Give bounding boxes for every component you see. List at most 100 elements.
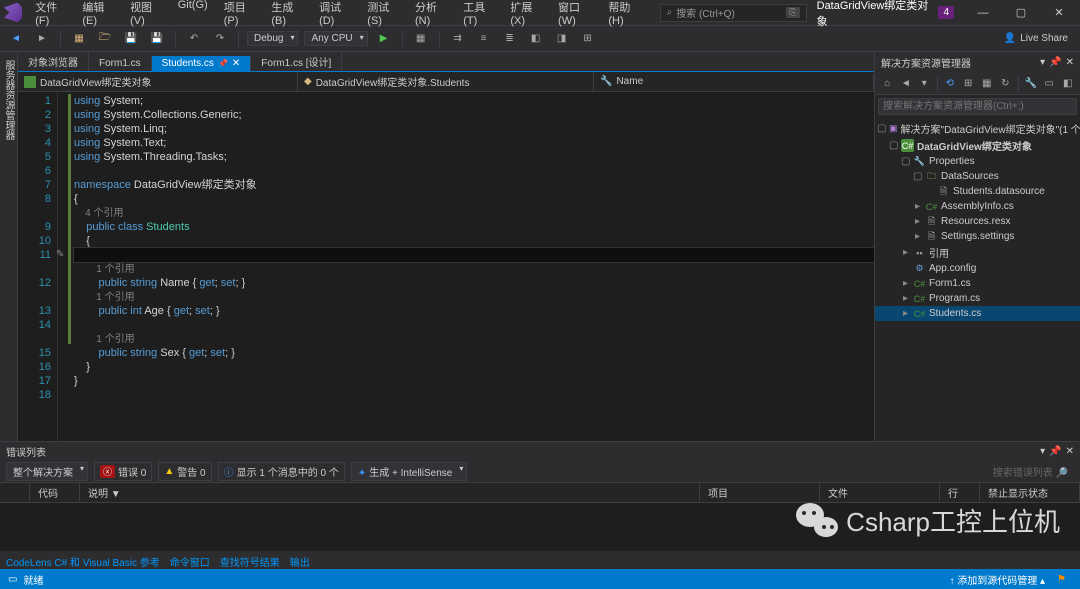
minimize-button[interactable]: — bbox=[966, 2, 1000, 24]
menu-item[interactable]: 生成(B) bbox=[264, 0, 310, 30]
output-tab[interactable]: 输出 bbox=[290, 558, 310, 569]
nav-member[interactable]: 🔧Name bbox=[594, 74, 874, 89]
tb-b-icon[interactable]: ▦ bbox=[978, 75, 995, 93]
dropdown-icon[interactable]: ▾ bbox=[1040, 446, 1045, 457]
menu-item[interactable]: 项目(P) bbox=[217, 0, 263, 30]
menu-item[interactable]: 帮助(H) bbox=[601, 0, 647, 30]
code-line[interactable]: 1 个引用 bbox=[74, 332, 874, 346]
back-icon[interactable]: ◄ bbox=[898, 75, 915, 93]
doc-tab[interactable]: 对象浏览器 bbox=[18, 52, 89, 71]
close-icon[interactable]: ✕ bbox=[1066, 446, 1074, 457]
code-line[interactable]: public int Age { get; set; } bbox=[74, 304, 874, 318]
tree-row[interactable]: ⚙App.config bbox=[875, 261, 1080, 276]
nav-back-button[interactable]: ◄ bbox=[6, 29, 26, 49]
liveshare-button[interactable]: 👤 Live Share bbox=[998, 31, 1074, 46]
warnings-filter[interactable]: ▲警告 0 bbox=[158, 462, 211, 481]
column-header[interactable]: 文件 bbox=[820, 483, 940, 502]
code-line[interactable]: public class Students bbox=[74, 220, 874, 234]
code-line[interactable]: public string Sex { get; set; } bbox=[74, 346, 874, 360]
nav-fwd-button[interactable]: ► bbox=[32, 29, 52, 49]
code-line[interactable]: { bbox=[74, 234, 874, 248]
column-header[interactable]: 项目 bbox=[700, 483, 820, 502]
doc-tab[interactable]: Form1.cs [设计] bbox=[251, 52, 342, 71]
menu-item[interactable]: 调试(D) bbox=[312, 0, 358, 30]
dropdown-icon[interactable]: ▾ bbox=[1040, 57, 1045, 68]
doc-tab[interactable]: Students.cs 📌 ✕ bbox=[152, 56, 252, 71]
collapse-icon[interactable]: ▾ bbox=[916, 75, 933, 93]
messages-filter[interactable]: ⓘ显示 1 个消息中的 0 个 bbox=[218, 462, 345, 481]
nav-class[interactable]: ◆DataGridView绑定类对象.Students bbox=[298, 72, 594, 91]
code-line[interactable]: 1 个引用 bbox=[74, 262, 874, 276]
home-icon[interactable]: ⌂ bbox=[879, 75, 896, 93]
tree-row[interactable]: ▸🗎Resources.resx bbox=[875, 214, 1080, 229]
close-icon[interactable]: ✕ bbox=[1066, 57, 1074, 68]
solution-search-input[interactable] bbox=[878, 98, 1077, 115]
tb-icon-7[interactable]: ⊞ bbox=[578, 29, 598, 49]
nav-project[interactable]: DataGridView绑定类对象 bbox=[18, 72, 298, 91]
sync-icon[interactable]: ⟲ bbox=[941, 75, 958, 93]
menu-item[interactable]: 视图(V) bbox=[123, 0, 169, 30]
tree-root[interactable]: ▢▣解决方案"DataGridView绑定类对象"(1 个项目/共 1 个 bbox=[875, 120, 1080, 137]
menu-item[interactable]: 测试(S) bbox=[360, 0, 406, 30]
code-line[interactable]: namespace DataGridView绑定类对象 bbox=[74, 178, 874, 192]
notif-icon[interactable]: ⚑ bbox=[1051, 574, 1072, 585]
pin-icon[interactable]: 📌 bbox=[1049, 446, 1061, 457]
code-line[interactable]: 4 个引用 bbox=[74, 206, 874, 220]
tb-icon-6[interactable]: ◨ bbox=[552, 29, 572, 49]
output-tab[interactable]: 命令窗口 bbox=[170, 558, 210, 569]
save-all-button[interactable]: 💾 bbox=[147, 29, 167, 49]
build-dropdown[interactable]: ✦生成 + IntelliSense bbox=[351, 462, 468, 481]
column-header[interactable]: 行 bbox=[940, 483, 980, 502]
close-button[interactable]: ✕ bbox=[1042, 2, 1076, 24]
code-line[interactable]: } bbox=[74, 374, 874, 388]
code-line[interactable]: using System.Text; bbox=[74, 136, 874, 150]
tree-row[interactable]: ▸C#AssemblyInfo.cs bbox=[875, 199, 1080, 214]
maximize-button[interactable]: ▢ bbox=[1004, 2, 1038, 24]
start-debug-button[interactable]: ▶ bbox=[374, 29, 394, 49]
tb-icon-2[interactable]: ⇉ bbox=[448, 29, 468, 49]
tree-row[interactable]: 🗎Students.datasource bbox=[875, 184, 1080, 199]
tb-icon-4[interactable]: ≣ bbox=[500, 29, 520, 49]
add-scm[interactable]: ↑ 添加到源代码管理 ▴ bbox=[943, 572, 1051, 587]
tree-row[interactable]: ▸C#Students.cs bbox=[875, 306, 1080, 321]
output-tab[interactable]: CodeLens C# 和 Visual Basic 参考 bbox=[6, 558, 160, 569]
redo-button[interactable]: ↷ bbox=[210, 29, 230, 49]
tree-row[interactable]: ▸C#Form1.cs bbox=[875, 276, 1080, 291]
column-header[interactable]: 说明 ▼ bbox=[80, 483, 700, 502]
code-line[interactable]: using System.Threading.Tasks; bbox=[74, 150, 874, 164]
code-line[interactable] bbox=[74, 388, 874, 402]
scope-dropdown[interactable]: 整个解决方案 bbox=[6, 462, 88, 481]
code-line[interactable] bbox=[74, 318, 874, 332]
code-line[interactable]: ✎ bbox=[74, 248, 874, 262]
tree-row[interactable]: ▢C#DataGridView绑定类对象 bbox=[875, 137, 1080, 154]
column-header[interactable] bbox=[0, 483, 30, 502]
tb-icon-5[interactable]: ◧ bbox=[526, 29, 546, 49]
notification-badge[interactable]: 4 bbox=[938, 6, 954, 19]
tree-row[interactable]: ▸🗎Settings.settings bbox=[875, 229, 1080, 244]
menu-item[interactable]: 分析(N) bbox=[408, 0, 454, 30]
platform-dropdown[interactable]: Any CPU bbox=[304, 31, 367, 46]
undo-button[interactable]: ↶ bbox=[184, 29, 204, 49]
showall-icon[interactable]: ▭ bbox=[1041, 75, 1058, 93]
refresh-icon[interactable]: ↻ bbox=[997, 75, 1014, 93]
code-line[interactable]: using System.Linq; bbox=[74, 122, 874, 136]
column-header[interactable]: 禁止显示状态 bbox=[980, 483, 1080, 502]
tb-a-icon[interactable]: ⊞ bbox=[960, 75, 977, 93]
menu-item[interactable]: 文件(F) bbox=[28, 0, 73, 30]
open-button[interactable]: 🗁 bbox=[95, 29, 115, 49]
tree-row[interactable]: ▢🔧Properties bbox=[875, 154, 1080, 169]
code-line[interactable]: public string Name { get; set; } bbox=[74, 276, 874, 290]
output-tab[interactable]: 查找符号结果 bbox=[220, 558, 280, 569]
save-button[interactable]: 💾 bbox=[121, 29, 141, 49]
menu-item[interactable]: 窗口(W) bbox=[551, 0, 599, 30]
menu-item[interactable]: Git(G) bbox=[171, 0, 215, 30]
tree-row[interactable]: ▸▪▪引用 bbox=[875, 244, 1080, 261]
code-line[interactable] bbox=[74, 164, 874, 178]
pin-icon[interactable]: 📌 bbox=[1049, 57, 1061, 68]
errors-filter[interactable]: ⓧ错误 0 bbox=[94, 462, 152, 481]
menu-item[interactable]: 工具(T) bbox=[456, 0, 501, 30]
config-dropdown[interactable]: Debug bbox=[247, 31, 298, 46]
doc-tab[interactable]: Form1.cs bbox=[89, 56, 152, 71]
tb-icon-1[interactable]: ▦ bbox=[411, 29, 431, 49]
code-line[interactable]: using System; bbox=[74, 94, 874, 108]
